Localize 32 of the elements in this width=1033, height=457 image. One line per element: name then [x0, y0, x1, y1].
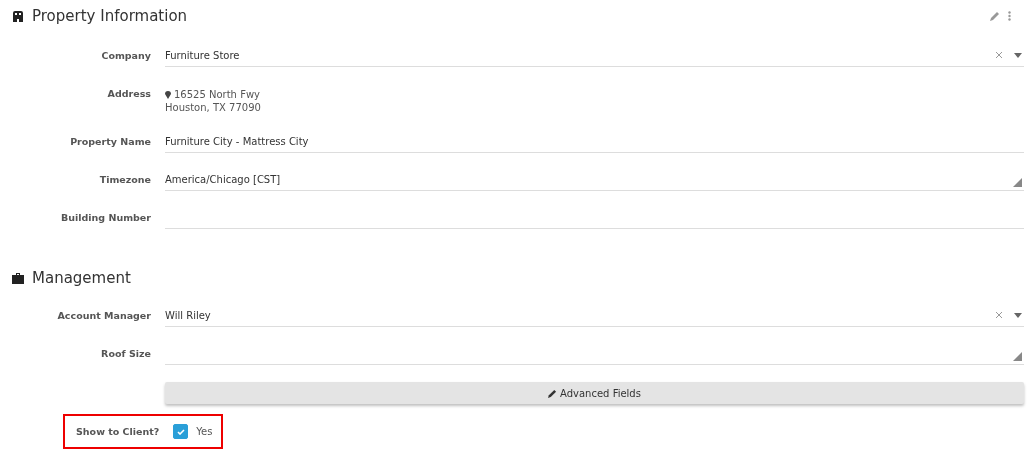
pencil-icon[interactable]	[990, 11, 1000, 21]
resize-grip-icon[interactable]	[1013, 352, 1022, 361]
checkbox[interactable]	[173, 424, 189, 439]
section-title: Management	[32, 269, 132, 287]
building-icon	[12, 10, 24, 22]
field-label: Account Manager	[56, 309, 151, 321]
more-options-icon[interactable]	[1008, 11, 1011, 21]
field-label: Show to Client?	[76, 426, 160, 437]
clear-icon[interactable]	[996, 52, 1002, 58]
field-label: Address	[106, 87, 151, 99]
caret-icon[interactable]	[1014, 52, 1022, 58]
briefcase-icon	[12, 272, 24, 284]
select-field[interactable]: Will Riley	[165, 304, 1024, 327]
field-label: Company	[100, 49, 151, 61]
field-label: Timezone	[98, 173, 151, 185]
resize-grip-icon[interactable]	[1013, 178, 1022, 187]
pencil-icon	[548, 388, 558, 398]
advanced-fields-button[interactable]: Advanced Fields	[165, 382, 1024, 404]
clear-icon[interactable]	[996, 312, 1002, 318]
input-field[interactable]: Furniture City - Mattress City	[165, 130, 1024, 153]
field-label: Roof Size	[100, 347, 151, 359]
checkbox-label: Yes	[196, 426, 213, 437]
map-pin-icon	[165, 90, 171, 99]
address-line: 16525 North Fwy	[165, 88, 1024, 101]
section-title: Property Information	[32, 7, 189, 25]
field-label: Building Number	[60, 211, 151, 223]
input-field[interactable]: America/Chicago [CST]	[165, 168, 1024, 191]
select-field[interactable]: Furniture Store	[165, 44, 1024, 67]
caret-icon[interactable]	[1014, 312, 1022, 318]
check-icon	[176, 428, 185, 435]
address-line: Houston, TX 77090	[165, 101, 262, 114]
field-label: Property Name	[69, 135, 151, 147]
